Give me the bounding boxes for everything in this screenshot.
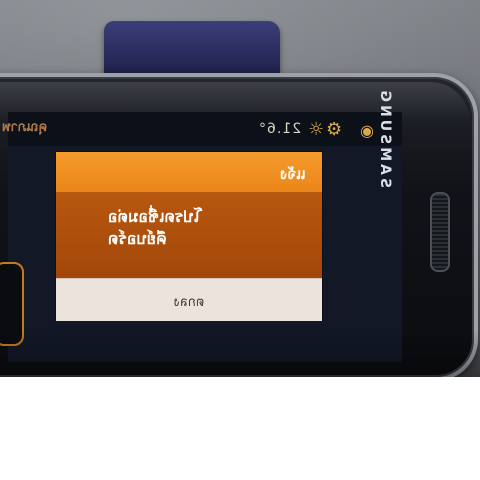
earpiece-speaker xyxy=(430,192,450,272)
status-clock: 21.6° xyxy=(258,121,302,137)
dialog-header: แจ้ง xyxy=(56,152,322,192)
alert-dialog: แจ้ง โปรดเชื่อมต่อ คีย์บอร์ด ตกลง xyxy=(56,152,322,321)
eye-icon: ◉ xyxy=(360,121,374,140)
status-left-text: คุณภาพ xyxy=(2,120,48,135)
gear-icon: ⚙ xyxy=(326,119,343,140)
lower-shadow xyxy=(0,330,480,377)
photo: คุณภาพ 21.6° ☼ ⚙ ◉ แจ้ง โปรดเชื่อมต่อ คี… xyxy=(0,0,480,377)
sun-icon: ☼ xyxy=(308,119,325,140)
dialog-title: แจ้ง xyxy=(280,165,306,183)
brand-logo: SAMSUNG xyxy=(377,87,393,188)
dialog-body: โปรดเชื่อมต่อ คีย์บอร์ด xyxy=(56,192,322,278)
status-bar: คุณภาพ 21.6° ☼ ⚙ ◉ xyxy=(2,112,402,146)
ok-button-label: ตกลง xyxy=(173,295,205,310)
ok-button[interactable]: ตกลง xyxy=(56,278,322,321)
dialog-message: โปรดเชื่อมต่อ คีย์บอร์ด xyxy=(108,207,203,248)
